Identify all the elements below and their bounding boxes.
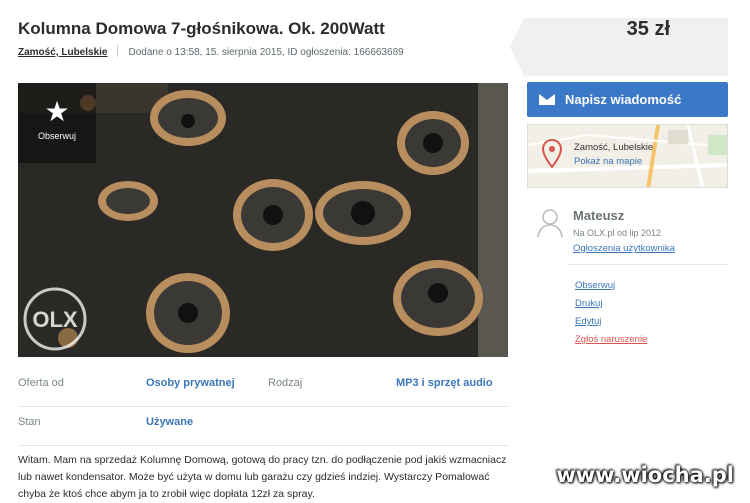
offer-value-link[interactable]: Osoby prywatnej [146,377,235,389]
user-since: Na OLX.pl od lip 2012 [573,228,662,238]
write-message-label: Napisz wiadomość [565,92,682,107]
olx-watermark-logo: OLX [22,286,88,352]
watch-label: Obserwuj [37,131,76,141]
listing-title: Kolumna Domowa 7-głośnikowa. Ok. 200Watt [18,19,385,38]
price-box [510,18,728,76]
offer-label: Oferta od [18,377,64,389]
divider [117,45,119,57]
location-link[interactable]: Zamość, Lubelskie [18,47,107,58]
user-avatar-icon [537,209,563,238]
star-icon: ★ [44,96,70,127]
type-value-link[interactable]: MP3 i sprzęt audio [396,377,493,389]
listing-meta-text: Dodane o 13:58, 15. sierpnia 2015, ID og… [128,47,404,58]
edit-link[interactable]: Edytuj [575,313,647,331]
watch-link[interactable]: Obserwuj [575,277,647,295]
print-link[interactable]: Drukuj [575,295,647,313]
listing-meta: Zamość, Lubelskie Dodane o 13:58, 15. sie… [18,45,404,58]
state-label: Stan [18,416,41,428]
details-table: Oferta od Osoby prywatnej Rodzaj MP3 i s… [18,368,508,446]
show-on-map-link[interactable]: Pokaż na mapie [574,156,642,167]
type-label: Rodzaj [268,377,303,389]
user-name: Mateusz [573,208,625,223]
divider [567,264,728,265]
map-location: Zamość, Lubelskie [574,142,654,153]
watch-button[interactable]: ★ Obserwuj [18,83,96,163]
site-watermark: www.wiocha.pl [556,463,734,487]
map-box[interactable]: Zamość, Lubelskie Pokaż na mapie [527,124,728,188]
envelope-icon [539,94,555,105]
details-row: Stan Używane [18,407,508,446]
olx-logo-text: OLX [32,307,78,332]
map-pin-icon [542,139,562,169]
price: 35 zł [626,18,670,40]
user-ads-link[interactable]: Ogłoszenia użytkownika [573,243,675,254]
write-message-button[interactable]: Napisz wiadomość [527,82,728,117]
description: Witam. Mam na sprzedaż Kolumnę Domową, g… [18,454,507,500]
details-row: Oferta od Osoby prywatnej Rodzaj MP3 i s… [18,368,508,407]
state-value-link[interactable]: Używane [146,416,193,428]
report-link[interactable]: Zgłoś naruszenie [575,331,647,349]
actions-list: Obserwuj Drukuj Edytuj Zgłoś naruszenie [575,277,647,349]
